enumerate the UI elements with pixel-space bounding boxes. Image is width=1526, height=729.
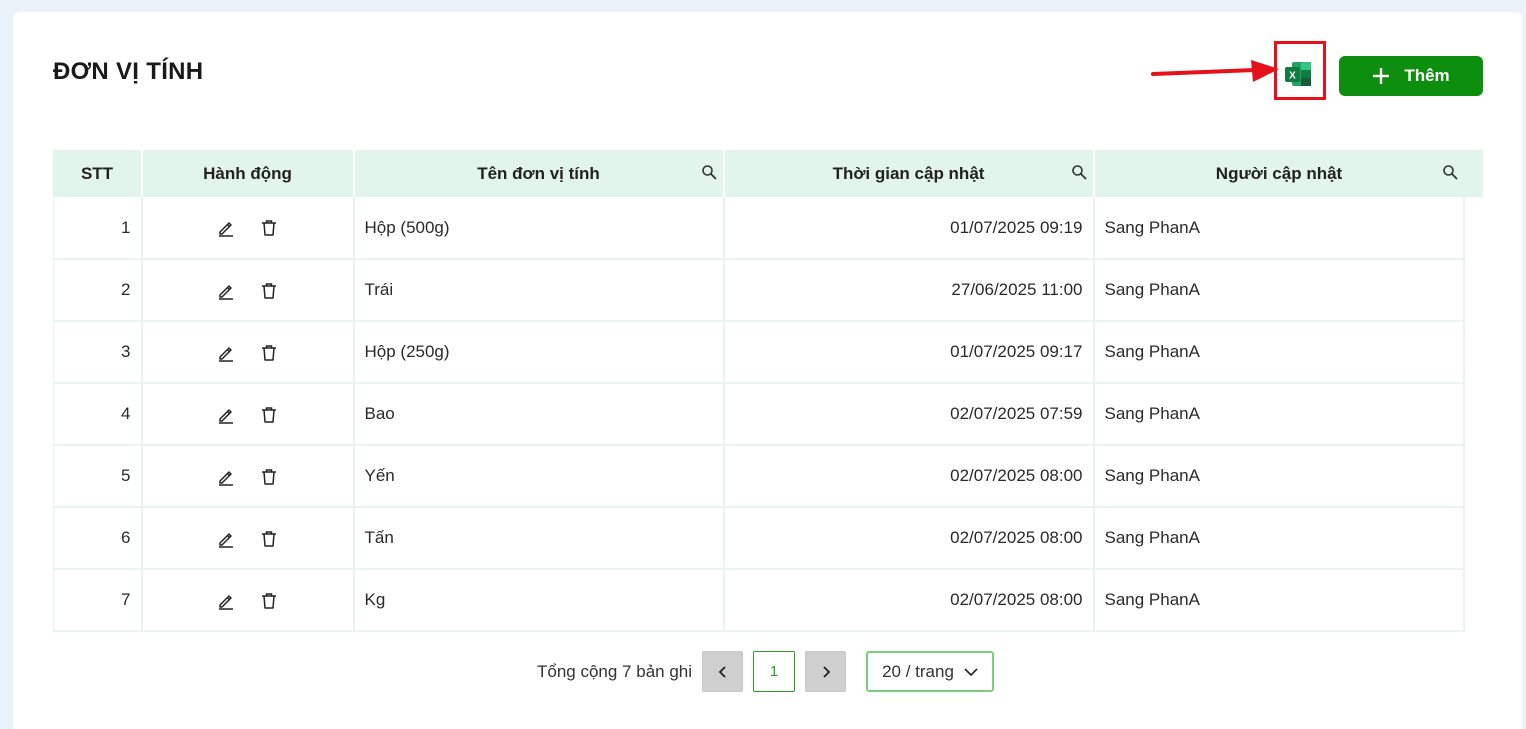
page-number-current[interactable]: 1	[753, 651, 796, 692]
row-updated-time: 02/07/2025 08:00	[723, 507, 1095, 570]
row-unit-name: Hộp (500g)	[353, 197, 725, 260]
row-unit-name: Hộp (250g)	[353, 321, 725, 384]
add-button[interactable]: Thêm	[1339, 56, 1483, 96]
plus-icon	[1373, 68, 1390, 84]
row-updated-time: 02/07/2025 08:00	[723, 569, 1095, 632]
trash-icon[interactable]	[260, 530, 278, 548]
row-stt: 3	[53, 321, 143, 384]
column-header-user: Người cập nhật	[1093, 150, 1464, 197]
row-updated-time: 01/07/2025 09:17	[723, 321, 1095, 384]
content-card: ĐƠN VỊ TÍNH X Thêm STT Hành động Tên đơn…	[13, 12, 1522, 729]
add-button-label: Thêm	[1404, 66, 1450, 85]
row-actions	[141, 507, 355, 570]
edit-icon[interactable]	[217, 282, 235, 300]
row-actions	[141, 569, 355, 632]
search-icon[interactable]	[1442, 164, 1458, 180]
trash-icon[interactable]	[260, 468, 278, 486]
table-header-row: STT Hành động Tên đơn vị tính Thời gian …	[53, 150, 1464, 197]
column-header-name: Tên đơn vị tính	[353, 150, 725, 197]
row-updated-by: Sang PhanA	[1093, 445, 1465, 508]
row-updated-by: Sang PhanA	[1093, 383, 1465, 446]
edit-icon[interactable]	[217, 592, 235, 610]
page-size-value: 20 / trang	[882, 661, 954, 681]
row-stt: 2	[53, 259, 143, 322]
chevron-right-icon	[822, 665, 830, 678]
column-header-actions: Hành động	[141, 150, 355, 197]
table-row: 7 Kg 02/07/2025 08:00 Sang PhanA	[53, 569, 1465, 632]
row-updated-time: 02/07/2025 08:00	[723, 445, 1095, 508]
table-row: 1 Hộp (500g) 01/07/2025 09:19 Sang PhanA	[53, 197, 1465, 260]
row-unit-name: Tấn	[353, 507, 725, 570]
column-header-stt: STT	[53, 150, 143, 197]
row-stt: 7	[53, 569, 143, 632]
edit-icon[interactable]	[217, 219, 235, 237]
row-unit-name: Yến	[353, 445, 725, 508]
trash-icon[interactable]	[260, 344, 278, 362]
row-updated-time: 27/06/2025 11:00	[723, 259, 1095, 322]
row-actions	[141, 321, 355, 384]
export-excel-button[interactable]: X	[1283, 59, 1313, 89]
edit-icon[interactable]	[217, 530, 235, 548]
search-icon[interactable]	[1071, 164, 1087, 180]
column-header-user-label: Người cập nhật	[1215, 163, 1343, 183]
page-title: ĐƠN VỊ TÍNH	[53, 58, 204, 85]
row-stt: 6	[53, 507, 143, 570]
row-stt: 4	[53, 383, 143, 446]
row-actions	[141, 445, 355, 508]
row-updated-by: Sang PhanA	[1093, 569, 1465, 632]
row-actions	[141, 197, 355, 260]
trash-icon[interactable]	[260, 219, 278, 237]
row-stt: 5	[53, 445, 143, 508]
annotation-arrow-icon	[1151, 60, 1279, 82]
row-updated-by: Sang PhanA	[1093, 321, 1465, 384]
row-updated-by: Sang PhanA	[1093, 197, 1465, 260]
edit-icon[interactable]	[217, 406, 235, 424]
unit-table: STT Hành động Tên đơn vị tính Thời gian …	[53, 150, 1465, 632]
column-header-name-label: Tên đơn vị tính	[477, 163, 600, 183]
row-unit-name: Kg	[353, 569, 725, 632]
page-size-select[interactable]: 20 / trang	[866, 651, 995, 692]
svg-text:X: X	[1289, 71, 1296, 82]
row-unit-name: Bao	[353, 383, 725, 446]
trash-icon[interactable]	[260, 592, 278, 610]
row-stt: 1	[53, 197, 143, 260]
chevron-left-icon	[718, 665, 726, 678]
row-actions	[141, 259, 355, 322]
next-page-button[interactable]	[805, 651, 847, 692]
table-body: 1 Hộp (500g) 01/07/2025 09:19 Sang PhanA…	[53, 197, 1465, 632]
prev-page-button[interactable]	[702, 651, 744, 692]
row-updated-time: 02/07/2025 07:59	[723, 383, 1095, 446]
row-updated-by: Sang PhanA	[1093, 507, 1465, 570]
trash-icon[interactable]	[260, 406, 278, 424]
chevron-down-icon	[964, 667, 978, 676]
total-records-text: Tổng cộng 7 bản ghi	[537, 661, 693, 681]
row-actions	[141, 383, 355, 446]
table-row: 6 Tấn 02/07/2025 08:00 Sang PhanA	[53, 507, 1465, 570]
table-row: 3 Hộp (250g) 01/07/2025 09:17 Sang PhanA	[53, 321, 1465, 384]
edit-icon[interactable]	[217, 468, 235, 486]
pagination: Tổng cộng 7 bản ghi 1 20 / trang	[537, 651, 995, 692]
excel-icon: X	[1285, 62, 1311, 86]
search-icon[interactable]	[701, 164, 717, 180]
table-row: 4 Bao 02/07/2025 07:59 Sang PhanA	[53, 383, 1465, 446]
table-row: 5 Yến 02/07/2025 08:00 Sang PhanA	[53, 445, 1465, 508]
trash-icon[interactable]	[260, 282, 278, 300]
row-updated-time: 01/07/2025 09:19	[723, 197, 1095, 260]
table-row: 2 Trái 27/06/2025 11:00 Sang PhanA	[53, 259, 1465, 322]
column-header-time-label: Thời gian cập nhật	[832, 163, 985, 183]
row-unit-name: Trái	[353, 259, 725, 322]
edit-icon[interactable]	[217, 344, 235, 362]
column-header-time: Thời gian cập nhật	[723, 150, 1095, 197]
row-updated-by: Sang PhanA	[1093, 259, 1465, 322]
